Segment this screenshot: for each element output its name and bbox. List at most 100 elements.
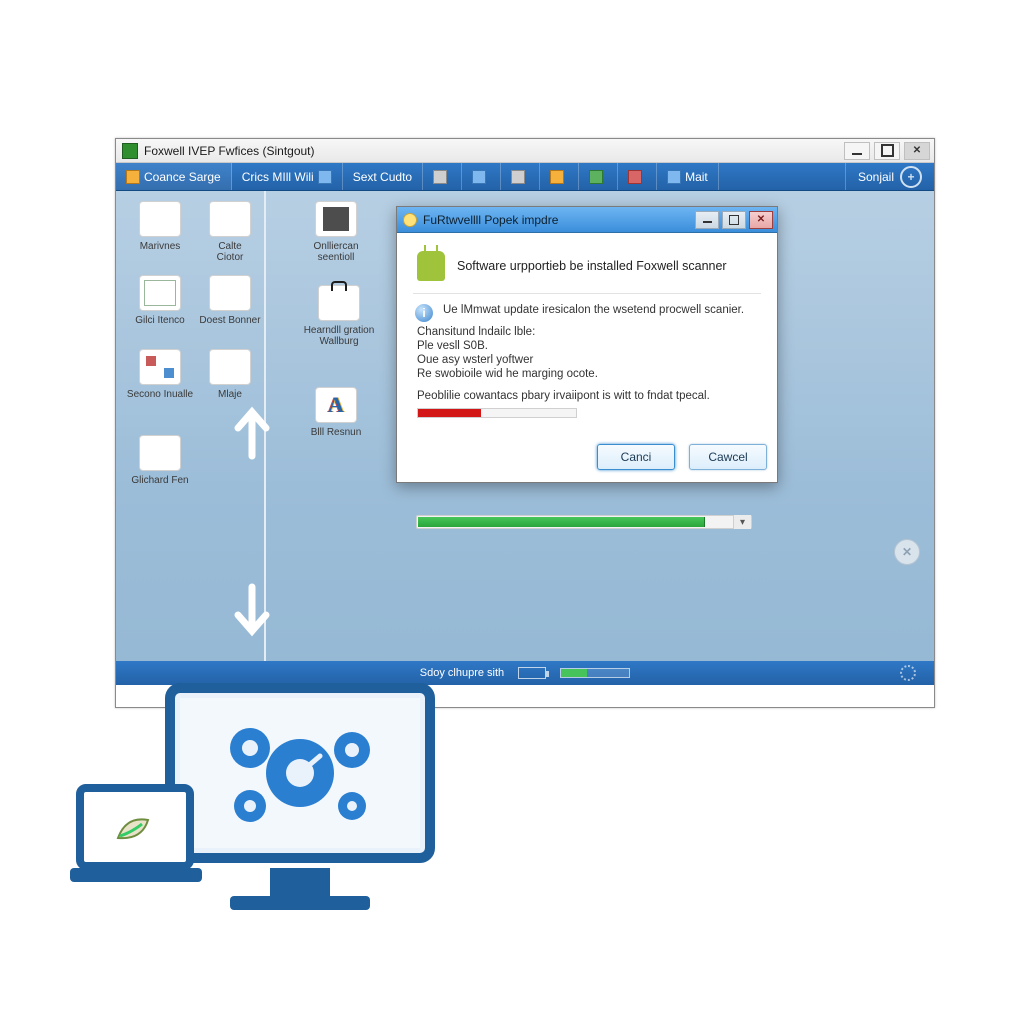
illustration-computers xyxy=(70,678,450,948)
toolbar-btn-search[interactable] xyxy=(462,163,501,190)
note-icon xyxy=(209,349,251,385)
dialog-line: Re swobioile wid he marging ocote. xyxy=(417,368,761,380)
toolbar-item-mail[interactable]: Mait xyxy=(657,163,719,190)
android-icon xyxy=(417,251,445,281)
dialog-line: Oue asy wsterl yoftwer xyxy=(417,354,761,366)
desktop-shortcut-hearndll[interactable]: Hearndll gration Wallburg xyxy=(296,285,382,347)
dialog-minimize-button[interactable] xyxy=(695,211,719,229)
update-dialog: FuRtwvellll Popek impdre Software urppor… xyxy=(396,206,778,483)
search-icon xyxy=(472,170,486,184)
toolbar-btn-tool[interactable] xyxy=(618,163,657,190)
toolbar-btn-refresh[interactable] xyxy=(579,163,618,190)
shortcut-label: Onlliercan seentioll xyxy=(302,241,370,263)
dialog-cancel-button[interactable]: Cawcel xyxy=(689,444,767,470)
dialog-body: Software urpportieb be installed Foxwell… xyxy=(397,233,777,436)
dialog-info-row: i Ue lMmwat update iresicalon the wseten… xyxy=(413,294,761,324)
letter-a-icon xyxy=(315,387,357,423)
tool-icon xyxy=(628,170,642,184)
app-title: Foxwell IVEP Fwfices (Sintgout) xyxy=(144,144,315,158)
desktop-shortcut-mlaje[interactable]: Mlaje xyxy=(196,349,264,400)
toolbar-btn-copy[interactable] xyxy=(501,163,540,190)
toolbar-item-scan[interactable]: Coance Sarge xyxy=(116,163,232,190)
copy-icon xyxy=(511,170,525,184)
bg-progress-fill xyxy=(418,517,705,527)
briefcase-icon xyxy=(318,285,360,321)
disc-icon xyxy=(209,275,251,311)
add-button[interactable] xyxy=(900,166,922,188)
info-icon: i xyxy=(415,304,433,322)
dialog-heading-row: Software urpportieb be installed Foxwell… xyxy=(413,245,761,294)
spreadsheet-icon xyxy=(139,275,181,311)
toolbar-item-wifi[interactable]: Crics MIll Wili xyxy=(232,163,343,190)
dialog-titlebar[interactable]: FuRtwvellll Popek impdre xyxy=(397,207,777,233)
dialog-window-controls xyxy=(692,211,773,229)
shortcut-label: Mlaje xyxy=(196,389,264,400)
toolbar-label: Coance Sarge xyxy=(144,170,221,184)
shortcut-label: Hearndll gration Wallburg xyxy=(296,325,382,347)
bg-progress-bar: ▾ xyxy=(416,515,752,529)
toolbar-btn-file[interactable] xyxy=(423,163,462,190)
dialog-button-row: Canci Cawcel xyxy=(397,436,777,482)
file-icon xyxy=(433,170,447,184)
toolbar-spacer xyxy=(719,163,845,190)
toolbar-right: Sonjail xyxy=(845,163,934,190)
windows-icon xyxy=(139,201,181,237)
background-progress: ▾ xyxy=(416,513,752,529)
dialog-headline: Software urpportieb be installed Foxwell… xyxy=(457,259,727,273)
dialog-title: FuRtwvellll Popek impdre xyxy=(423,213,558,227)
dialog-ok-button[interactable]: Canci xyxy=(597,444,675,470)
mail-icon xyxy=(667,170,681,184)
toolbar-btn-folder[interactable] xyxy=(540,163,579,190)
dialog-line: Ple vesll S0B. xyxy=(417,340,761,352)
chevron-down-icon xyxy=(232,583,272,637)
app-icon xyxy=(122,143,138,159)
dialog-app-icon xyxy=(403,213,417,227)
toolbar-item-code[interactable]: Sext Cudto xyxy=(343,163,423,190)
shortcut-label: Doest Bonner xyxy=(196,315,264,326)
dialog-info-text: Ue lMmwat update iresicalon the wsetend … xyxy=(443,304,744,322)
desktop-shortcut-gilci[interactable]: Gilci Itenco xyxy=(126,275,194,326)
maximize-button[interactable] xyxy=(874,142,900,160)
globe-icon xyxy=(139,435,181,471)
shortcut-label: Secono Inualle xyxy=(126,389,194,400)
chevron-up-icon xyxy=(232,406,272,460)
wifi-icon xyxy=(318,170,332,184)
scan-icon xyxy=(126,170,140,184)
desktop-shortcut-onlliercan[interactable]: Onlliercan seentioll xyxy=(302,201,370,263)
desktop-shortcut-marivnes[interactable]: Marivnes xyxy=(126,201,194,252)
dialog-progress-bar xyxy=(417,408,577,418)
toolbar-label: Sext Cudto xyxy=(353,170,412,184)
desktop-shortcut-secono[interactable]: Secono Inualle xyxy=(126,349,194,400)
desktop-shortcut-doest[interactable]: Doest Bonner xyxy=(196,275,264,326)
dialog-close-button[interactable] xyxy=(749,211,773,229)
dialog-line: Chansitund lndailc lble: xyxy=(417,326,761,338)
folder-icon xyxy=(550,170,564,184)
monitor-icon xyxy=(209,201,251,237)
gear-icon[interactable] xyxy=(900,665,916,681)
app-titlebar[interactable]: Foxwell IVEP Fwfices (Sintgout) xyxy=(116,139,934,163)
battery-icon xyxy=(518,667,546,679)
mini-progress-icon xyxy=(560,668,630,678)
minimize-button[interactable] xyxy=(844,142,870,160)
device-icon xyxy=(315,201,357,237)
shortcut-label: Glichard Fen xyxy=(126,475,194,486)
shortcut-label: Calte Ciotor xyxy=(196,241,264,263)
desktop-shortcut-glichard[interactable]: Glichard Fen xyxy=(126,435,194,486)
desktop-shortcut-blll[interactable]: Blll Resnun xyxy=(302,387,370,438)
toolbar-label: Crics MIll Wili xyxy=(242,170,314,184)
refresh-icon xyxy=(589,170,603,184)
bg-progress-dropdown[interactable]: ▾ xyxy=(733,515,751,529)
close-button[interactable] xyxy=(904,142,930,160)
shortcut-label: Marivnes xyxy=(126,241,194,252)
window-controls xyxy=(840,142,930,160)
side-close-icon[interactable]: ✕ xyxy=(894,539,920,565)
toolbar-right-label[interactable]: Sonjail xyxy=(858,170,894,184)
dialog-lines: Chansitund lndailc lble: Ple vesll S0B. … xyxy=(413,326,761,380)
shortcut-label: Blll Resnun xyxy=(302,427,370,438)
shortcut-label: Gilci Itenco xyxy=(126,315,194,326)
desktop-shortcut-calte[interactable]: Calte Ciotor xyxy=(196,201,264,263)
parts-icon xyxy=(139,349,181,385)
dialog-maximize-button[interactable] xyxy=(722,211,746,229)
app-toolbar: Coance Sarge Crics MIll Wili Sext Cudto … xyxy=(116,163,934,191)
toolbar-label: Mait xyxy=(685,170,708,184)
